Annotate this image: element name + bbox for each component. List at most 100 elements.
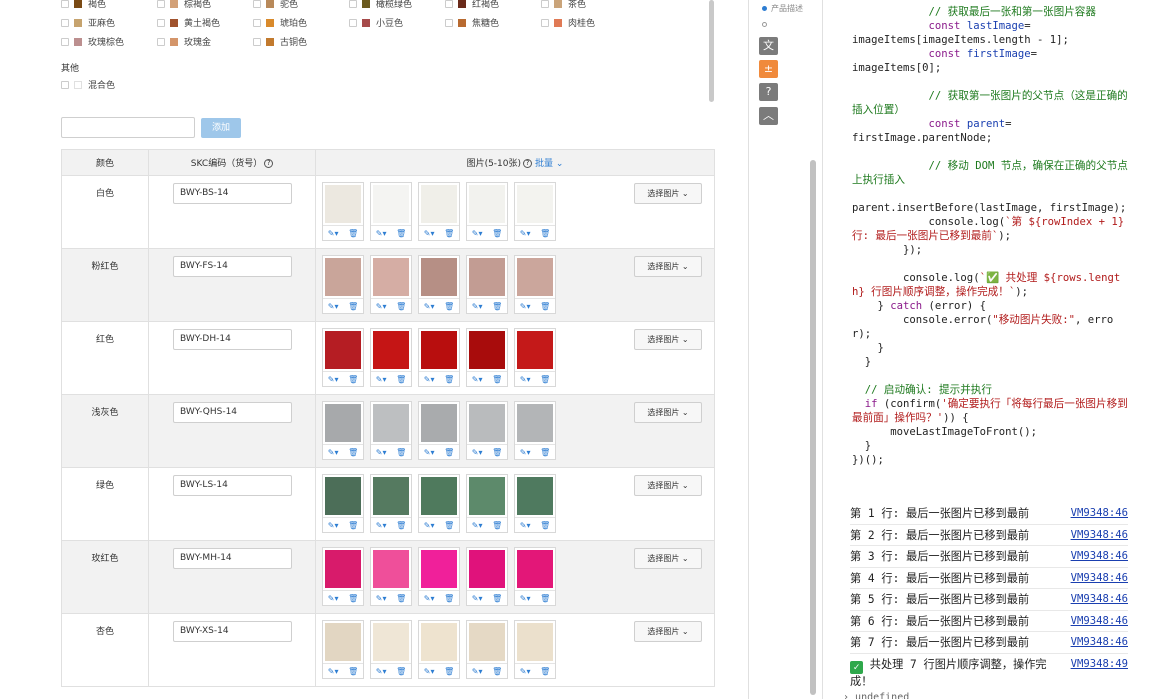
product-image[interactable] [517,550,553,588]
checkbox-icon[interactable] [61,37,69,46]
trash-icon[interactable]: 🗑 [492,375,502,384]
trash-icon[interactable]: 🗑 [444,667,454,676]
log-source-link[interactable]: VM9348:46 [1071,615,1128,627]
checkbox-icon[interactable] [157,18,165,27]
product-image-thumb[interactable]: ✎▾ 🗑 [418,182,460,241]
trash-icon[interactable]: 🗑 [348,448,358,457]
edit-wand-icon[interactable]: ✎▾ [424,448,435,457]
trash-icon[interactable]: 🗑 [396,448,406,457]
product-image-thumb[interactable]: ✎▾ 🗑 [370,328,412,387]
product-image-thumb[interactable]: ✎▾ 🗑 [466,620,508,679]
checkbox-icon[interactable] [541,0,549,8]
product-image[interactable] [373,404,409,442]
add-button[interactable]: 添加 [201,118,241,138]
trash-icon[interactable]: 🗑 [396,302,406,311]
trash-icon[interactable]: 🗑 [348,302,358,311]
product-image-thumb[interactable]: ✎▾ 🗑 [418,474,460,533]
trash-icon[interactable]: 🗑 [540,667,550,676]
edit-wand-icon[interactable]: ✎▾ [376,302,387,311]
edit-wand-icon[interactable]: ✎▾ [376,521,387,530]
product-image-thumb[interactable]: ✎▾ 🗑 [370,401,412,460]
product-image-thumb[interactable]: ✎▾ 🗑 [370,620,412,679]
product-image[interactable] [421,404,457,442]
product-image[interactable] [373,550,409,588]
product-image-thumb[interactable]: ✎▾ 🗑 [322,620,364,679]
product-image[interactable] [421,550,457,588]
color-option[interactable]: 玫瑰棕色 [61,35,157,48]
trash-icon[interactable]: 🗑 [396,521,406,530]
product-image-thumb[interactable]: ✎▾ 🗑 [370,474,412,533]
skc-input[interactable]: BWY-XS-14 [173,621,292,642]
edit-wand-icon[interactable]: ✎▾ [472,594,483,603]
product-image[interactable] [517,185,553,223]
color-option[interactable]: 棕褐色 [157,0,253,10]
checkbox-icon[interactable] [253,0,261,8]
product-image-thumb[interactable]: ✎▾ 🗑 [466,474,508,533]
checkbox-icon[interactable] [349,18,357,27]
color-option[interactable]: 肉桂色 [541,16,637,29]
log-source-link[interactable]: VM9348:46 [1071,507,1128,519]
trash-icon[interactable]: 🗑 [444,375,454,384]
edit-wand-icon[interactable]: ✎▾ [376,375,387,384]
edit-wand-icon[interactable]: ✎▾ [424,375,435,384]
trash-icon[interactable]: 🗑 [348,375,358,384]
product-image[interactable] [517,623,553,661]
help-icon[interactable]: ? [264,159,274,168]
color-option[interactable]: 古铜色 [253,35,349,48]
edit-wand-icon[interactable]: ✎▾ [472,302,483,311]
trash-icon[interactable]: 🗑 [540,594,550,603]
checkbox-icon[interactable] [157,0,165,8]
product-image-thumb[interactable]: ✎▾ 🗑 [466,547,508,606]
log-source-link[interactable]: VM9348:46 [1071,593,1128,605]
nav-dot-active-icon[interactable] [762,6,767,11]
edit-wand-icon[interactable]: ✎▾ [424,667,435,676]
edit-wand-icon[interactable]: ✎▾ [328,375,339,384]
edit-wand-icon[interactable]: ✎▾ [472,375,483,384]
select-images-button[interactable]: 选择图片 ⌄ [634,183,702,204]
checkbox-icon[interactable] [349,0,357,8]
trash-icon[interactable]: 🗑 [540,302,550,311]
log-source-link[interactable]: VM9348:46 [1071,572,1128,584]
skc-input[interactable]: BWY-BS-14 [173,183,292,204]
edit-wand-icon[interactable]: ✎▾ [376,594,387,603]
product-image-thumb[interactable]: ✎▾ 🗑 [322,401,364,460]
checkbox-icon[interactable] [445,18,453,27]
trash-icon[interactable]: 🗑 [396,594,406,603]
product-image[interactable] [469,623,505,661]
color-option[interactable]: 黄土褐色 [157,16,253,29]
log-source-link[interactable]: VM9348:46 [1071,550,1128,562]
product-desc-label[interactable]: 产品描述 [771,3,803,14]
product-image[interactable] [421,623,457,661]
edit-wand-icon[interactable]: ✎▾ [328,594,339,603]
edit-wand-icon[interactable]: ✎▾ [424,521,435,530]
checkbox-icon[interactable] [157,37,165,46]
log-source-link[interactable]: VM9348:49 [1071,657,1128,689]
log-source-link[interactable]: VM9348:46 [1071,529,1128,541]
edit-wand-icon[interactable]: ✎▾ [328,302,339,311]
product-image[interactable] [469,185,505,223]
product-image[interactable] [469,331,505,369]
product-image[interactable] [517,258,553,296]
color-option[interactable]: 玫瑰金 [157,35,253,48]
edit-wand-icon[interactable]: ✎▾ [472,448,483,457]
product-image[interactable] [325,258,361,296]
product-image-thumb[interactable]: ✎▾ 🗑 [514,255,556,314]
product-image[interactable] [421,185,457,223]
translate-icon[interactable]: 文 [759,37,778,55]
select-images-button[interactable]: 选择图片 ⌄ [634,256,702,277]
trash-icon[interactable]: 🗑 [348,229,358,238]
trash-icon[interactable]: 🗑 [444,448,454,457]
product-image-thumb[interactable]: ✎▾ 🗑 [418,401,460,460]
product-image-thumb[interactable]: ✎▾ 🗑 [370,182,412,241]
edit-wand-icon[interactable]: ✎▾ [520,667,531,676]
product-image-thumb[interactable]: ✎▾ 🗑 [322,474,364,533]
product-image[interactable] [373,185,409,223]
trash-icon[interactable]: 🗑 [348,667,358,676]
trash-icon[interactable]: 🗑 [492,302,502,311]
back-to-top-icon[interactable]: ︿ [759,107,778,125]
product-image[interactable] [421,331,457,369]
checkbox-icon[interactable] [61,0,69,8]
select-images-button[interactable]: 选择图片 ⌄ [634,402,702,423]
edit-wand-icon[interactable]: ✎▾ [376,229,387,238]
product-image-thumb[interactable]: ✎▾ 🗑 [514,547,556,606]
